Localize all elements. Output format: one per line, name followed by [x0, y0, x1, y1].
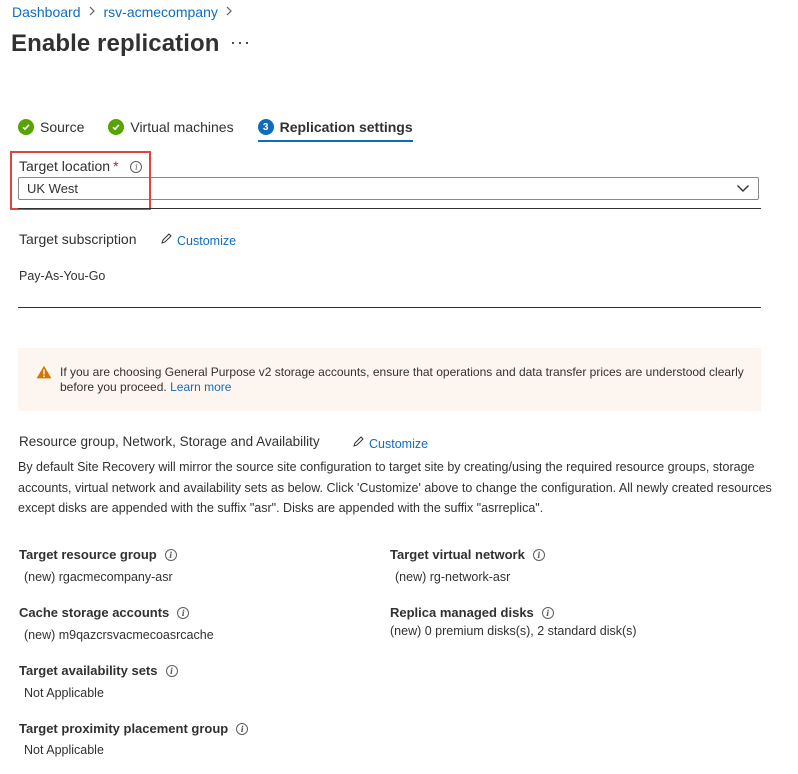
property-title: Cache storage accounts	[19, 605, 170, 620]
target-subscription-label: Target subscription	[19, 231, 137, 247]
info-icon[interactable]: i	[236, 722, 249, 735]
resource-section-description: By default Site Recovery will mirror the…	[18, 460, 772, 515]
target-proximity-placement-group-label: Target proximity placement group i	[19, 721, 249, 736]
pencil-icon	[352, 435, 365, 453]
warning-banner: If you are choosing General Purpose v2 s…	[18, 348, 761, 411]
cache-storage-accounts-label: Cache storage accounts i	[19, 605, 190, 620]
warning-text: If you are choosing General Purpose v2 s…	[60, 365, 750, 395]
breadcrumb-vault-link[interactable]: rsv-acmecompany	[104, 4, 218, 20]
target-proximity-placement-group-value: Not Applicable	[24, 743, 104, 757]
property-title: Target resource group	[19, 547, 157, 562]
property-title: Target virtual network	[390, 547, 525, 562]
learn-more-link[interactable]: Learn more	[170, 380, 231, 394]
breadcrumb: Dashboard rsv-acmecompany	[12, 4, 241, 20]
target-virtual-network-label: Target virtual network i	[390, 547, 545, 562]
warning-icon	[36, 365, 52, 384]
target-subscription-value: Pay-As-You-Go	[19, 269, 106, 283]
highlight-box	[10, 151, 151, 210]
tab-label: Virtual machines	[130, 119, 234, 135]
subscription-customize-link[interactable]: Customize	[160, 232, 236, 250]
resource-section-title: Resource group, Network, Storage and Ava…	[19, 434, 320, 449]
info-icon[interactable]: i	[541, 606, 554, 619]
checkmark-icon	[108, 119, 125, 135]
divider	[18, 307, 761, 308]
info-icon[interactable]: i	[532, 548, 545, 561]
target-virtual-network-value: (new) rg-network-asr	[395, 570, 511, 584]
info-icon[interactable]: i	[164, 548, 177, 561]
tab-replication-settings[interactable]: 3 Replication settings	[257, 114, 413, 142]
customize-link-text: Customize	[369, 437, 429, 451]
replica-managed-disks-label: Replica managed disks i	[390, 605, 554, 620]
divider	[18, 208, 761, 209]
target-availability-sets-label: Target availability sets i	[19, 663, 178, 678]
step-number-badge: 3	[257, 119, 274, 135]
chevron-right-icon	[89, 5, 96, 19]
tab-label: Source	[40, 119, 85, 135]
tab-source[interactable]: Source	[18, 114, 84, 140]
property-title: Target proximity placement group	[19, 721, 229, 736]
target-resource-group-label: Target resource group i	[19, 547, 177, 562]
target-availability-sets-value: Not Applicable	[24, 686, 104, 700]
more-options-button[interactable]: ···	[230, 32, 251, 53]
chevron-right-icon	[226, 5, 233, 19]
info-icon[interactable]: i	[177, 606, 190, 619]
checkmark-icon	[18, 119, 34, 135]
chevron-down-icon	[736, 181, 750, 198]
info-icon[interactable]: i	[165, 664, 178, 677]
tab-label: Replication settings	[279, 119, 413, 135]
breadcrumb-dashboard-link[interactable]: Dashboard	[12, 4, 81, 20]
tab-virtual-machines[interactable]: Virtual machines	[108, 114, 234, 140]
wizard-tabs: Source Virtual machines 3 Replication se…	[18, 114, 437, 142]
property-title: Replica managed disks	[390, 605, 534, 620]
replica-managed-disks-value: (new) 0 premium disks(s), 2 standard dis…	[390, 624, 637, 638]
target-resource-group-value: (new) rgacmecompany-asr	[24, 570, 173, 584]
warning-message: If you are choosing General Purpose v2 s…	[60, 365, 744, 394]
cache-storage-accounts-value: (new) m9qazcrsvacmecoasrcache	[24, 628, 214, 642]
pencil-icon	[160, 232, 173, 250]
customize-link-text: Customize	[177, 234, 237, 248]
resource-customize-link[interactable]: Customize	[352, 435, 428, 453]
page-title: Enable replication	[11, 30, 220, 57]
property-title: Target availability sets	[19, 663, 158, 678]
